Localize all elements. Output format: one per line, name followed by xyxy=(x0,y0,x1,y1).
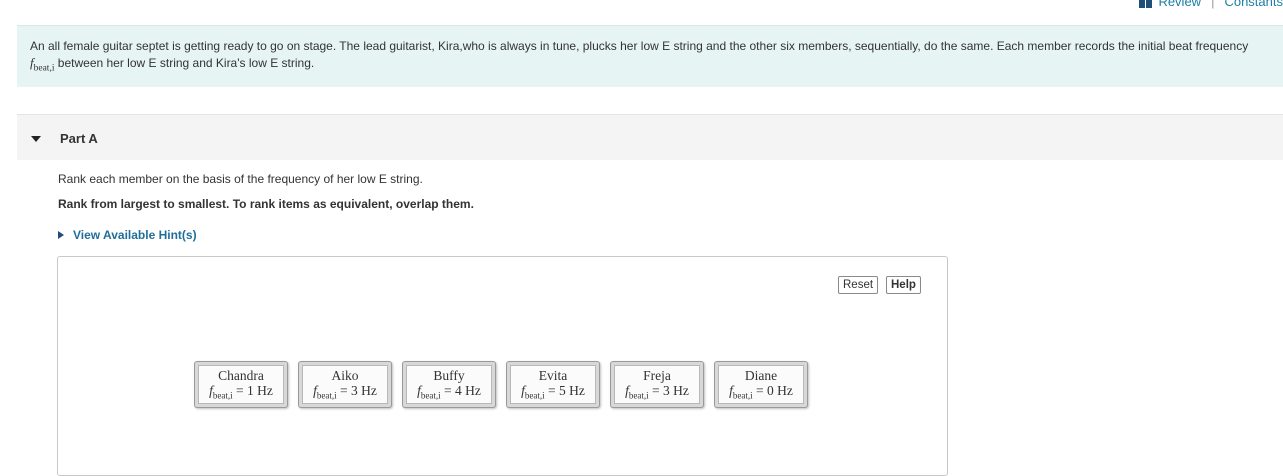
item-value: fbeat,i = 3 Hz xyxy=(625,383,689,401)
reset-button[interactable]: Reset xyxy=(838,276,879,294)
item-value: fbeat,i = 5 Hz xyxy=(521,383,585,401)
item-value: fbeat,i = 3 Hz xyxy=(313,383,377,401)
constants-link[interactable]: Constants xyxy=(1224,0,1283,9)
review-link[interactable]: Review xyxy=(1158,0,1201,9)
item-name: Evita xyxy=(538,368,568,383)
rank-item-aiko[interactable]: Aiko fbeat,i = 3 Hz xyxy=(298,361,392,408)
intro-text-before: An all female guitar septet is getting r… xyxy=(30,39,1249,53)
item-value: fbeat,i = 0 Hz xyxy=(729,383,793,401)
rank-item-diane[interactable]: Diane fbeat,i = 0 Hz xyxy=(714,361,808,408)
book-icon xyxy=(1139,0,1153,8)
caret-down-icon[interactable] xyxy=(31,136,41,142)
item-value: fbeat,i = 1 Hz xyxy=(209,383,273,401)
rank-item-buffy[interactable]: Buffy fbeat,i = 4 Hz xyxy=(402,361,496,408)
view-hints-link[interactable]: View Available Hint(s) xyxy=(58,228,197,242)
top-links: Review | Constants xyxy=(1139,0,1283,9)
problem-intro: An all female guitar septet is getting r… xyxy=(17,25,1283,87)
instruction-text: Rank each member on the basis of the fre… xyxy=(58,172,423,186)
part-a-header[interactable]: Part A xyxy=(17,114,1283,160)
item-name: Freja xyxy=(643,368,671,383)
part-title: Part A xyxy=(60,131,98,146)
rank-item-evita[interactable]: Evita fbeat,i = 5 Hz xyxy=(506,361,600,408)
rank-item-chandra[interactable]: Chandra fbeat,i = 1 Hz xyxy=(194,361,288,408)
item-name: Buffy xyxy=(433,368,465,383)
item-name: Chandra xyxy=(218,368,264,383)
ranking-items: Chandra fbeat,i = 1 Hz Aiko fbeat,i = 3 … xyxy=(194,361,808,408)
instruction-bold-text: Rank from largest to smallest. To rank i… xyxy=(58,197,474,211)
intro-text-after: between her low E string and Kira's low … xyxy=(54,55,315,70)
item-value: fbeat,i = 4 Hz xyxy=(417,383,481,401)
rank-item-freja[interactable]: Freja fbeat,i = 3 Hz xyxy=(610,361,704,408)
hint-label: View Available Hint(s) xyxy=(73,228,197,242)
beat-frequency-symbol: fbeat,i xyxy=(30,54,55,74)
caret-right-icon xyxy=(58,231,64,239)
help-button[interactable]: Help xyxy=(886,276,921,294)
item-name: Aiko xyxy=(331,368,359,383)
item-name: Diane xyxy=(744,368,778,383)
link-separator: | xyxy=(1211,0,1215,9)
